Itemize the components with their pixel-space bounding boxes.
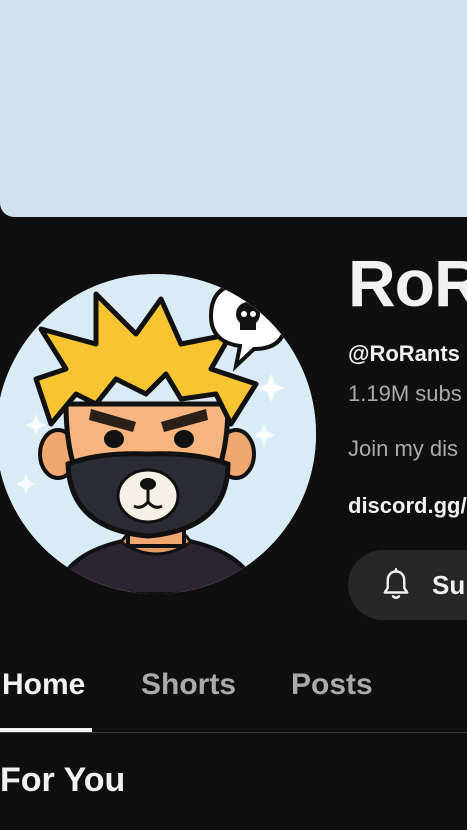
subscribe-button[interactable]: Sub	[348, 550, 467, 620]
channel-banner	[0, 0, 467, 217]
channel-link[interactable]: discord.gg/	[348, 493, 467, 519]
channel-name: RoR	[348, 246, 467, 320]
section-title: For You	[0, 761, 126, 799]
channel-page: RoR @RoRants 1.19M subs Join my dis disc…	[0, 0, 467, 830]
tab-posts[interactable]: Posts	[291, 668, 373, 702]
channel-handle: @RoRants	[348, 341, 460, 366]
subscriber-count: 1.19M subs	[348, 381, 462, 406]
bell-icon	[378, 567, 414, 603]
subscribe-label: Sub	[432, 569, 467, 600]
tab-home[interactable]: Home	[2, 668, 85, 702]
channel-tabs: Home Shorts Posts	[0, 640, 467, 733]
avatar-illustration	[0, 274, 316, 594]
tab-shorts[interactable]: Shorts	[141, 668, 236, 702]
channel-avatar[interactable]	[0, 274, 316, 594]
channel-description[interactable]: Join my dis	[348, 436, 458, 462]
active-tab-indicator	[0, 728, 92, 732]
